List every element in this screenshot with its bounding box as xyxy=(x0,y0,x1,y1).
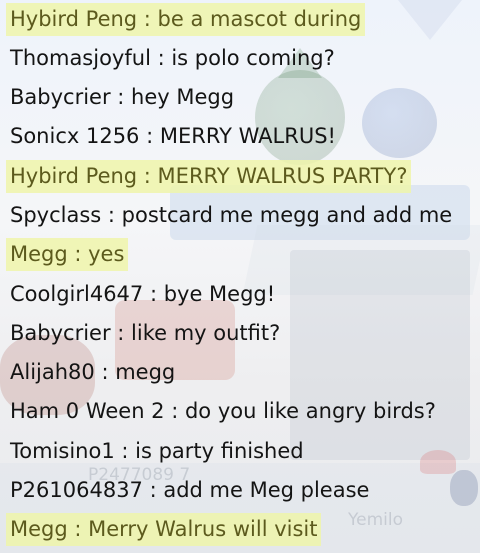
penguin-nametag[interactable]: Yemilo xyxy=(348,510,403,530)
chat-message: Hybird Peng : be a mascot during xyxy=(6,3,366,36)
chat-message: Sonicx 1256 : MERRY WALRUS! xyxy=(10,124,336,148)
chat-message: P261064837 : add me Meg please xyxy=(10,478,370,502)
chat-message: Thomasjoyful : is polo coming? xyxy=(10,46,335,70)
background-penguin-blue xyxy=(450,470,478,506)
chat-message: Coolgirl4647 : bye Megg! xyxy=(10,282,276,306)
chat-message: Alijah80 : megg xyxy=(10,360,176,384)
chat-message: Megg : Merry Walrus will visit xyxy=(6,513,322,546)
chat-message: Megg : yes xyxy=(6,238,129,271)
chat-message: Spyclass : postcard me megg and add me xyxy=(10,203,453,227)
chat-message: Tomisino1 : is party finished xyxy=(10,439,304,463)
background-flag xyxy=(390,0,470,40)
background-mushroom xyxy=(420,450,456,474)
background-building xyxy=(290,250,470,460)
chat-message: Babycrier : like my outfit? xyxy=(10,321,281,345)
chat-message: Ham 0 Ween 2 : do you like angry birds? xyxy=(10,399,436,423)
chat-message: Babycrier : hey Megg xyxy=(10,85,235,109)
background-puffle xyxy=(362,88,437,158)
chat-message: Hybird Peng : MERRY WALRUS PARTY? xyxy=(6,160,412,193)
